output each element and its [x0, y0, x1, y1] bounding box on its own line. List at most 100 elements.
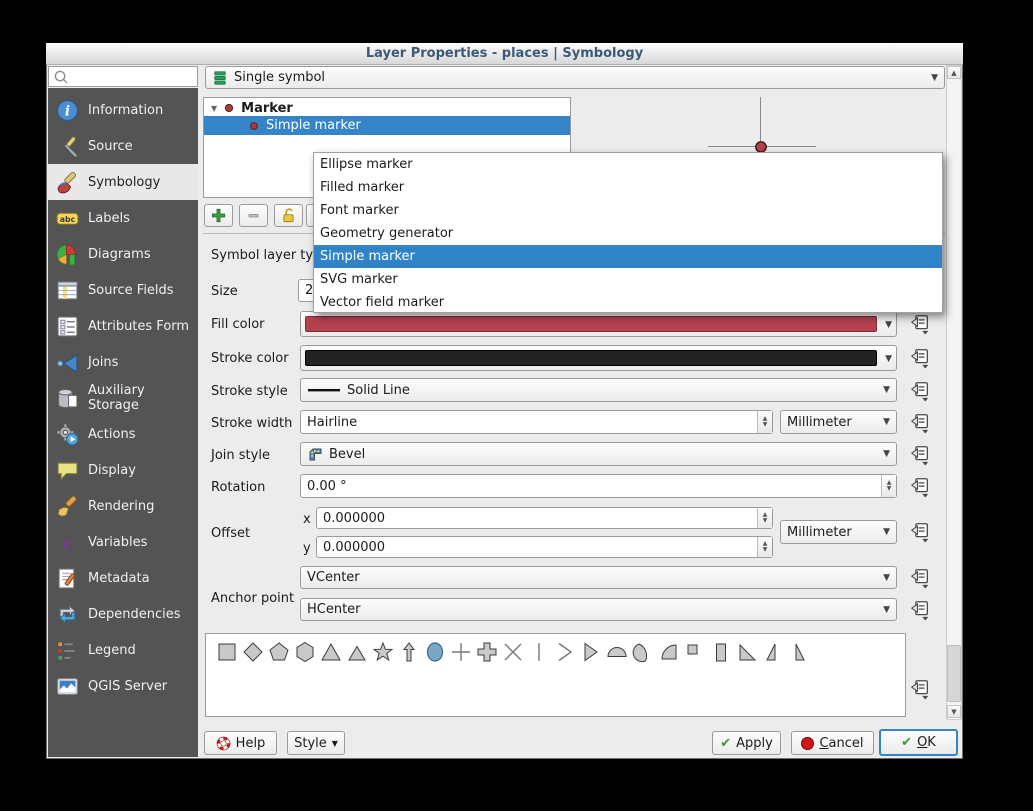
shape-arrow[interactable] — [398, 641, 420, 663]
anchor-horizontal-combobox[interactable]: HCenter ▼ — [300, 598, 897, 621]
shape-square[interactable] — [216, 641, 238, 663]
shape-right-half-triangle[interactable] — [788, 641, 810, 663]
bevel-join-icon — [307, 446, 323, 462]
sidebar-item-symbology[interactable]: Symbology — [48, 164, 198, 200]
anchor-vertical-combobox[interactable]: VCenter ▼ — [300, 566, 897, 589]
sidebar-item-metadata[interactable]: Metadata — [48, 560, 198, 596]
shape-hexagon[interactable] — [294, 641, 316, 663]
sidebar-item-source-fields[interactable]: Source Fields — [48, 272, 198, 308]
ok-button[interactable]: ✔ OK — [879, 729, 958, 756]
chevron-down-icon: ▼ — [883, 449, 890, 459]
remove-symbol-layer-button[interactable] — [239, 204, 268, 227]
shape-equilateral-triangle[interactable] — [346, 641, 368, 663]
main-scrollbar[interactable] — [946, 65, 962, 720]
sidebar-item-legend[interactable]: Legend — [48, 632, 198, 668]
shape-filled-arrowhead[interactable] — [580, 641, 602, 663]
join-style-combobox[interactable]: Bevel ▼ — [300, 442, 897, 466]
shape-circle[interactable] — [424, 641, 446, 663]
scrollbar-thumb[interactable] — [947, 645, 961, 702]
rotation-override-button[interactable] — [905, 474, 935, 500]
fill-color-button[interactable]: ▼ — [300, 311, 897, 337]
popup-option-svg-marker[interactable]: SVG marker — [314, 268, 942, 291]
anchor-vertical-override-button[interactable] — [905, 565, 935, 591]
shape-override-button[interactable] — [905, 676, 935, 702]
sidebar-item-actions[interactable]: Actions — [48, 416, 198, 452]
shape-half-square[interactable] — [710, 641, 732, 663]
shape-quarter-square[interactable] — [684, 641, 706, 663]
sidebar-item-information[interactable]: iInformation — [48, 92, 198, 128]
cancel-button[interactable]: Cancel — [791, 731, 874, 755]
spinner-arrows-icon[interactable]: ▲▼ — [881, 475, 896, 497]
popup-option-vector-field-marker[interactable]: Vector field marker — [314, 291, 942, 314]
help-label: Help — [236, 736, 266, 751]
shape-left-half-triangle[interactable] — [762, 641, 784, 663]
sidebar-item-dependencies[interactable]: Dependencies — [48, 596, 198, 632]
shape-star[interactable] — [372, 641, 394, 663]
scroll-up-icon[interactable]: ▲ — [947, 66, 961, 79]
sidebar-search[interactable] — [48, 66, 198, 87]
sidebar-item-rendering[interactable]: Rendering — [48, 488, 198, 524]
shape-pentagon[interactable] — [268, 641, 290, 663]
shape-diagonal-half-square[interactable] — [736, 641, 758, 663]
shape-triangle[interactable] — [320, 641, 342, 663]
sidebar-item-display[interactable]: Display — [48, 452, 198, 488]
lock-color-button[interactable] — [274, 204, 303, 227]
stroke-style-override-button[interactable] — [905, 378, 935, 404]
spinner-arrows-icon[interactable]: ▲▼ — [757, 537, 772, 557]
join-style-override-button[interactable] — [905, 442, 935, 468]
offset-unit-combobox[interactable]: Millimeter ▼ — [780, 520, 897, 544]
stroke-width-override-button[interactable] — [905, 410, 935, 436]
screenshot-stage: Layer Properties - places | Symbology iI… — [0, 0, 1033, 811]
add-symbol-layer-button[interactable] — [204, 204, 233, 227]
dialog-titlebar[interactable]: Layer Properties - places | Symbology — [46, 43, 963, 65]
scroll-down-icon[interactable]: ▼ — [947, 705, 961, 718]
popup-option-font-marker[interactable]: Font marker — [314, 199, 942, 222]
tree-root-label[interactable]: Marker — [241, 101, 293, 116]
tree-child-label[interactable]: Simple marker — [266, 118, 361, 133]
shape-line[interactable] — [528, 641, 550, 663]
popup-option-ellipse-marker[interactable]: Ellipse marker — [314, 153, 942, 176]
stroke-style-combobox[interactable]: Solid Line ▼ — [300, 378, 897, 402]
sidebar-item-auxiliary-storage[interactable]: Auxiliary Storage — [48, 380, 198, 416]
sidebar-item-diagrams[interactable]: Diagrams — [48, 236, 198, 272]
offset-x-spinbox[interactable]: 0.000000 ▲▼ — [316, 507, 773, 529]
spinner-arrows-icon[interactable]: ▲▼ — [757, 411, 772, 433]
rotation-spinbox[interactable]: 0.00 ° ▲▼ — [300, 474, 897, 498]
help-button[interactable]: Help — [204, 731, 277, 755]
shape-cross-fill[interactable] — [476, 641, 498, 663]
offset-override-button[interactable] — [905, 519, 935, 545]
fill-color-override-button[interactable] — [905, 311, 935, 337]
search-input[interactable] — [70, 69, 188, 85]
stroke-width-unit-combobox[interactable]: Millimeter ▼ — [780, 410, 897, 434]
stroke-color-button[interactable]: ▼ — [300, 345, 897, 371]
shape-cross[interactable] — [450, 641, 472, 663]
shape-arrowhead[interactable] — [554, 641, 576, 663]
anchor-horizontal-override-button[interactable] — [905, 597, 935, 623]
sidebar-item-label: Display — [88, 463, 136, 478]
popup-option-filled-marker[interactable]: Filled marker — [314, 176, 942, 199]
style-button[interactable]: Style ▼ — [287, 731, 345, 755]
offset-y-spinbox[interactable]: 0.000000 ▲▼ — [316, 536, 773, 558]
stroke-width-spinbox[interactable]: Hairline ▲▼ — [300, 410, 773, 434]
sidebar-item-labels[interactable]: abcLabels — [48, 200, 198, 236]
symbol-type-combobox[interactable]: Single symbol ▼ — [205, 66, 945, 89]
sidebar-item-qgis-server[interactable]: QGIS Server — [48, 668, 198, 704]
shape-cross2[interactable] — [502, 641, 524, 663]
shape-semicircle[interactable] — [606, 641, 628, 663]
shape-diamond[interactable] — [242, 641, 264, 663]
apply-button[interactable]: ✔ Apply — [712, 731, 781, 755]
sidebar-item-attributes-form[interactable]: Attributes Form — [48, 308, 198, 344]
stroke-color-override-button[interactable] — [905, 345, 935, 371]
rotation-label: Rotation — [211, 480, 265, 495]
sidebar-item-variables[interactable]: εVariables — [48, 524, 198, 560]
popup-option-geometry-generator[interactable]: Geometry generator — [314, 222, 942, 245]
sidebar-item-source[interactable]: Source — [48, 128, 198, 164]
stroke-style-label: Stroke style — [211, 384, 288, 399]
shape-third-circle[interactable] — [632, 641, 654, 663]
tree-expander-icon[interactable]: ▼ — [211, 104, 217, 113]
shape-quarter-circle[interactable] — [658, 641, 680, 663]
symbology-icon — [56, 171, 79, 194]
sidebar-item-joins[interactable]: Joins — [48, 344, 198, 380]
popup-option-simple-marker[interactable]: Simple marker — [314, 245, 942, 268]
spinner-arrows-icon[interactable]: ▲▼ — [757, 508, 772, 528]
